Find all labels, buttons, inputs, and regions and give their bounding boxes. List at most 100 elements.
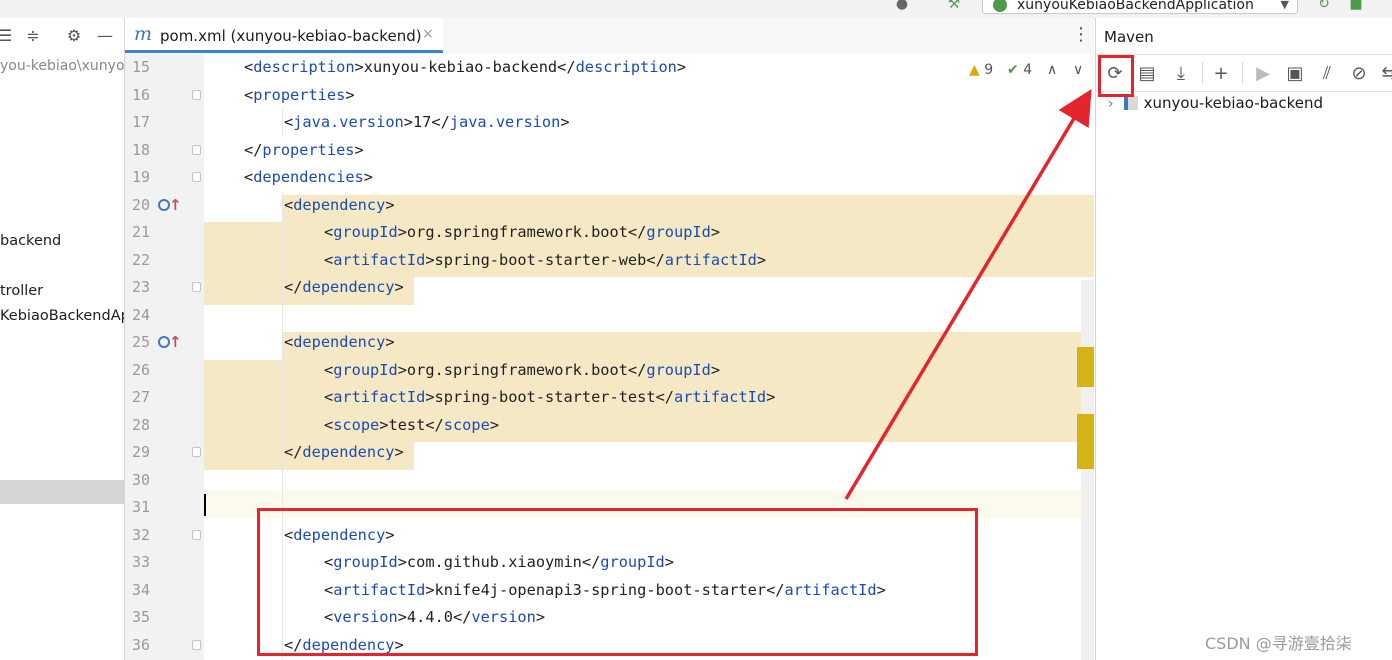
chevron-down-icon: ▼ xyxy=(1280,0,1289,11)
toolbar-separator xyxy=(1202,62,1203,84)
xml-tag-name: java.version xyxy=(449,113,561,131)
tree-item-backend[interactable]: backend xyxy=(0,233,61,249)
scrollbar-marker[interactable] xyxy=(1077,414,1094,469)
code-line[interactable]: 27 <artifactId>spring-boot-starter-test</… xyxy=(125,384,1094,412)
line-number: 15 xyxy=(132,58,151,76)
tree-item-controller[interactable]: troller xyxy=(0,283,43,299)
watermark: CSDN @寻游壹拾柒 xyxy=(1205,634,1352,653)
line-number: 33 xyxy=(132,553,151,571)
code-line[interactable]: 16 <properties> xyxy=(125,82,1094,110)
build-hammer-icon[interactable]: ⚒ xyxy=(946,0,962,12)
code-line[interactable]: 17 <java.version>17</java.version> xyxy=(125,109,1094,137)
fold-marker-icon[interactable] xyxy=(192,639,201,650)
fold-marker-icon[interactable] xyxy=(192,89,201,100)
annotation-box-dependency xyxy=(257,508,978,656)
show-dependencies-icon[interactable]: ⇆ xyxy=(1378,63,1392,85)
code-text: <groupId>org.springframework.boot</group… xyxy=(324,219,720,247)
xml-tag-name: dependency xyxy=(293,333,386,351)
tab-title: pom.xml (xunyou-kebiao-backend) xyxy=(160,27,422,45)
xml-text: </ xyxy=(284,278,303,296)
xml-tag-name: scope xyxy=(443,415,490,434)
xml-text: >spring-boot-starter-test</ xyxy=(425,388,674,406)
fold-marker-icon[interactable] xyxy=(192,144,201,155)
code-line[interactable]: 22 <artifactId>spring-boot-starter-web</a… xyxy=(125,247,1094,275)
scrollbar-marker[interactable] xyxy=(1077,347,1094,387)
download-icon[interactable]: ⤓ xyxy=(1170,63,1192,85)
fold-marker-icon[interactable] xyxy=(192,282,201,292)
code-text: <scope>test</scope> xyxy=(324,412,499,440)
line-number: 30 xyxy=(132,470,151,489)
debug-icon[interactable]: ■ xyxy=(1348,0,1364,12)
code-text: </dependency> xyxy=(284,439,404,467)
weak-warnings-count: 4 xyxy=(1023,62,1033,78)
rerun-icon[interactable]: ↻ xyxy=(1316,0,1332,12)
code-line[interactable]: 25 ↑ <dependency> xyxy=(125,329,1094,357)
weak-warnings-indicator[interactable]: ✔ 4 xyxy=(1007,62,1032,78)
code-text: <groupId>org.springframework.boot</group… xyxy=(324,357,720,385)
maven-project-icon xyxy=(1123,96,1138,110)
line-number: 17 xyxy=(132,113,151,131)
overrides-arrow-icon[interactable]: ↑ xyxy=(169,329,182,357)
code-line[interactable]: 24 xyxy=(125,302,1094,330)
code-line[interactable]: 20 ↑ <dependency> xyxy=(125,192,1094,220)
skip-tests-icon[interactable]: ⊘ xyxy=(1348,63,1370,85)
code-line[interactable]: 18 </properties> xyxy=(125,137,1094,165)
maven-title: Maven xyxy=(1104,28,1154,46)
project-tool-window: ☰ ≑ ⚙ — you-kebiao\xunyo backend troller… xyxy=(0,18,125,660)
toggle-offline-icon[interactable]: ⫽ xyxy=(1316,63,1338,85)
fold-marker-icon[interactable] xyxy=(192,529,201,540)
more-options-icon[interactable]: ⋮ xyxy=(1072,26,1090,44)
code-line[interactable]: 26 <groupId>org.springframework.boot</gro… xyxy=(125,357,1094,385)
code-text: <java.version>17</java.version> xyxy=(284,109,570,137)
tree-item-application[interactable]: KebiaoBackendAp xyxy=(0,308,124,324)
previous-highlight-icon[interactable]: ∧ xyxy=(1047,62,1057,78)
overrides-arrow-icon[interactable]: ↑ xyxy=(169,192,182,220)
xml-text: < xyxy=(324,360,334,379)
xml-text: > xyxy=(756,250,767,269)
add-icon[interactable]: + xyxy=(1210,63,1232,85)
xml-tag-name: properties xyxy=(262,140,355,159)
xml-tag-name: groupId xyxy=(333,360,398,379)
xml-text: > xyxy=(354,140,364,159)
close-icon[interactable]: × xyxy=(422,26,434,42)
generate-sources-icon[interactable]: ▤ xyxy=(1136,63,1158,85)
xml-tag-name: artifactId xyxy=(333,388,426,406)
line-number: 24 xyxy=(132,305,151,324)
code-line[interactable]: 19 <dependencies> xyxy=(125,164,1094,192)
code-line[interactable]: 29 </dependency> xyxy=(125,439,1094,467)
project-path: you-kebiao\xunyo xyxy=(0,58,125,74)
text-caret xyxy=(204,494,206,516)
code-line[interactable]: 30 xyxy=(125,467,1094,495)
user-icon[interactable]: ● xyxy=(894,0,910,12)
code-line[interactable]: 21 <groupId>org.springframework.boot</gro… xyxy=(125,219,1094,247)
run-configuration-select[interactable]: xunyouKebiaoBackendApplication ▼ xyxy=(982,0,1298,14)
editor-scrollbar[interactable] xyxy=(1081,280,1094,660)
project-toolbar: ☰ ≑ ⚙ — xyxy=(0,18,124,54)
tree-selected-row[interactable] xyxy=(0,480,124,504)
code-line[interactable]: 28 <scope>test</scope> xyxy=(125,412,1094,440)
execute-goal-icon[interactable]: ▣ xyxy=(1284,63,1306,85)
fold-marker-icon[interactable] xyxy=(192,172,201,182)
expand-all-icon[interactable]: ☰ xyxy=(0,27,14,45)
xml-tag-name: artifactId xyxy=(333,250,426,269)
toolbar-separator xyxy=(1242,62,1243,84)
run-icon[interactable]: ▶ xyxy=(1252,63,1274,85)
chevron-right-icon[interactable]: › xyxy=(1108,96,1114,112)
code-line[interactable]: 23 </dependency> xyxy=(125,274,1094,302)
code-text: <properties> xyxy=(244,82,355,110)
maven-project-node[interactable]: › xunyou-kebiao-backend xyxy=(1108,94,1323,112)
code-line[interactable]: 15 <description>xunyou-kebiao-backend</de… xyxy=(125,54,1094,82)
xml-tag-name: properties xyxy=(253,85,346,104)
warnings-indicator[interactable]: ▲ 9 xyxy=(969,62,993,78)
annotation-box-reload xyxy=(1098,55,1134,97)
line-number: 27 xyxy=(132,388,151,406)
maven-project-label: xunyou-kebiao-backend xyxy=(1143,94,1323,112)
line-number: 19 xyxy=(132,168,151,186)
next-highlight-icon[interactable]: ∨ xyxy=(1073,62,1083,78)
fold-marker-icon[interactable] xyxy=(192,447,201,457)
minimize-icon[interactable]: — xyxy=(96,27,114,45)
gear-icon[interactable]: ⚙ xyxy=(65,27,83,45)
line-number: 22 xyxy=(132,250,151,269)
collapse-all-icon[interactable]: ≑ xyxy=(24,27,42,45)
tab-pom-xml[interactable]: m pom.xml (xunyou-kebiao-backend) × xyxy=(125,18,443,53)
